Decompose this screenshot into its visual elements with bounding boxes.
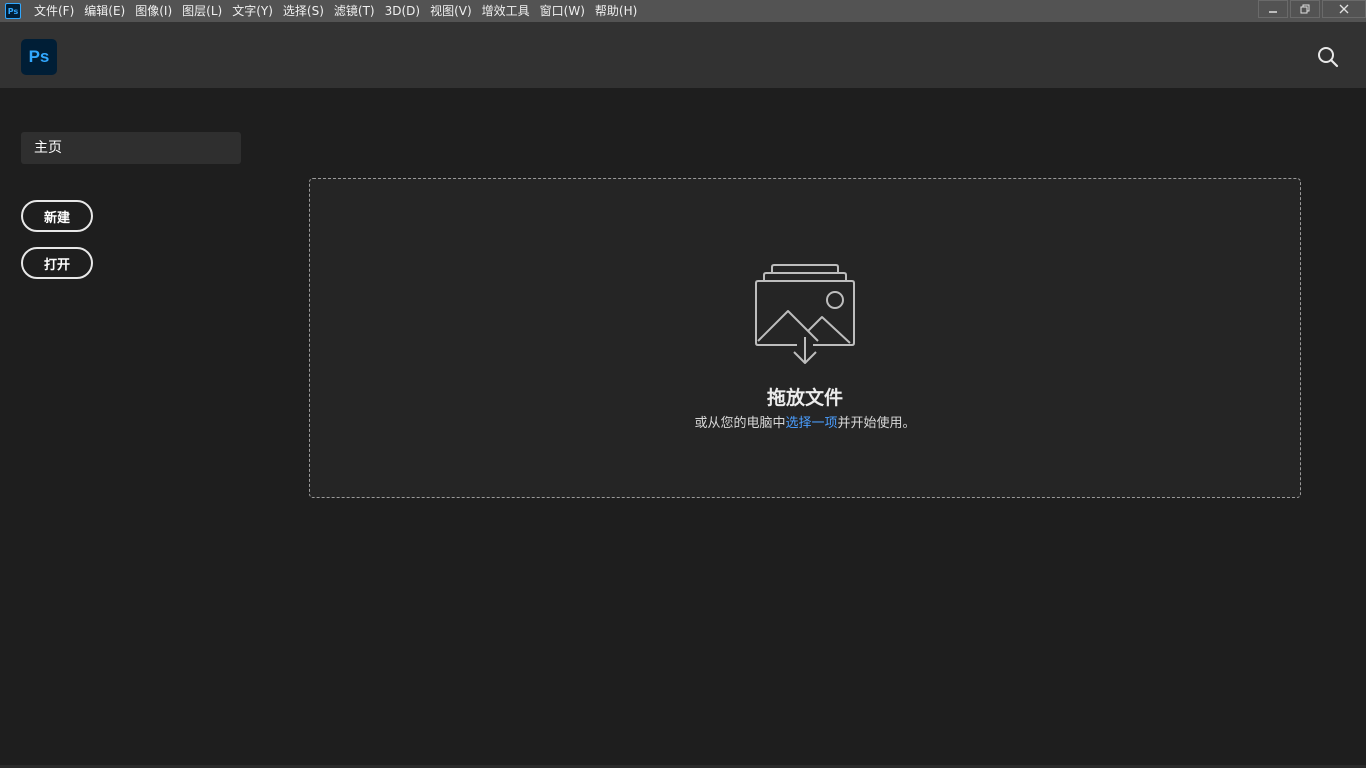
- menu-select[interactable]: 选择(S): [278, 0, 329, 22]
- window-controls: [1256, 0, 1366, 22]
- close-button[interactable]: [1322, 0, 1366, 18]
- minimize-icon: [1269, 11, 1277, 13]
- restore-icon: [1300, 4, 1310, 14]
- menu-edit[interactable]: 编辑(E): [79, 0, 130, 22]
- menu-view[interactable]: 视图(V): [425, 0, 477, 22]
- menu-bar: Ps 文件(F) 编辑(E) 图像(I) 图层(L) 文字(Y) 选择(S) 滤…: [0, 0, 1366, 22]
- home-header: Ps: [0, 22, 1366, 88]
- search-icon: [1318, 47, 1339, 68]
- menu-file[interactable]: 文件(F): [29, 0, 79, 22]
- drop-zone-title: 拖放文件: [766, 387, 843, 409]
- photoshop-app-icon[interactable]: Ps: [5, 3, 21, 19]
- drop-zone[interactable]: 拖放文件 或从您的电脑中选择一项并开始使用。: [309, 178, 1301, 498]
- new-button[interactable]: 新建: [21, 200, 93, 232]
- close-icon: [1339, 4, 1349, 14]
- drop-zone-text-before: 或从您的电脑中: [694, 416, 786, 431]
- menu-type[interactable]: 文字(Y): [227, 0, 278, 22]
- menu-help[interactable]: 帮助(H): [590, 0, 642, 22]
- search-button[interactable]: [1316, 45, 1340, 69]
- select-file-link[interactable]: 选择一项: [785, 416, 837, 431]
- sidebar-item-home[interactable]: 主页: [21, 132, 241, 164]
- drop-zone-text-after: 并开始使用。: [837, 416, 916, 431]
- menu-layer[interactable]: 图层(L): [177, 0, 227, 22]
- image-import-icon: [755, 264, 855, 364]
- restore-button[interactable]: [1290, 0, 1320, 18]
- drop-zone-subtitle: 或从您的电脑中选择一项并开始使用。: [310, 412, 1300, 431]
- open-button[interactable]: 打开: [21, 247, 93, 279]
- photoshop-logo: Ps: [21, 39, 57, 75]
- menu-window[interactable]: 窗口(W): [535, 0, 590, 22]
- sidebar: 主页 新建 打开: [0, 88, 260, 768]
- minimize-button[interactable]: [1258, 0, 1288, 18]
- menu-image[interactable]: 图像(I): [130, 0, 177, 22]
- menu-filter[interactable]: 滤镜(T): [329, 0, 380, 22]
- menu-plugins[interactable]: 增效工具: [477, 0, 535, 22]
- menu-3d[interactable]: 3D(D): [380, 0, 425, 22]
